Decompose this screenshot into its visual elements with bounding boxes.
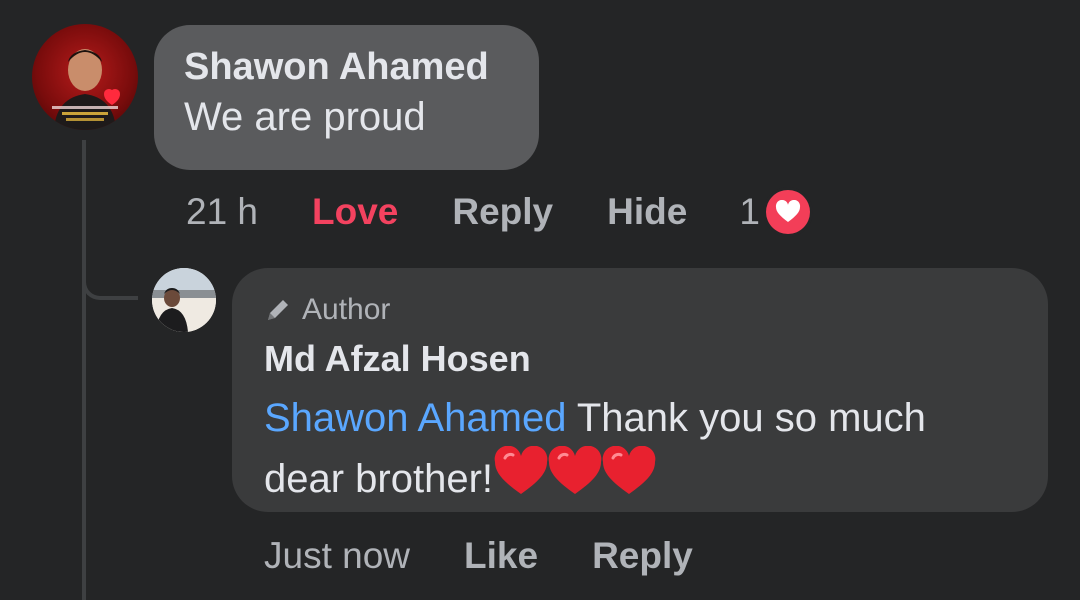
reaction-summary[interactable]: 1 bbox=[739, 190, 810, 234]
mention-link[interactable]: Shawon Ahamed bbox=[264, 396, 566, 440]
thread-line bbox=[82, 140, 86, 600]
heart-emoji-icon bbox=[602, 446, 656, 494]
author-badge: Author bbox=[264, 290, 1016, 330]
love-reaction-icon bbox=[765, 190, 810, 234]
reply-author-avatar[interactable] bbox=[152, 268, 216, 332]
reply-text: Shawon Ahamed Thank you so much dear bro… bbox=[264, 390, 1016, 513]
heart-emoji-icon bbox=[494, 446, 548, 494]
comment-timestamp[interactable]: 21 h bbox=[186, 191, 258, 233]
commenter-avatar[interactable] bbox=[32, 24, 138, 130]
reply-actions: Just now Like Reply bbox=[264, 530, 747, 582]
reply-button[interactable]: Reply bbox=[452, 191, 553, 233]
comment-bubble[interactable]: Shawon Ahamed We are proud bbox=[154, 25, 539, 170]
profile-photo-icon bbox=[52, 49, 120, 130]
reply-author-name[interactable]: Md Afzal Hosen bbox=[264, 334, 1016, 384]
heart-emoji-icon bbox=[548, 446, 602, 494]
hide-button[interactable]: Hide bbox=[607, 191, 687, 233]
profile-photo-icon bbox=[152, 268, 216, 332]
comment-text: We are proud bbox=[184, 95, 426, 139]
comment-actions: 21 h Love Reply Hide 1 bbox=[186, 186, 810, 238]
thread-elbow bbox=[82, 250, 138, 300]
heart-emojis bbox=[493, 446, 656, 513]
like-button[interactable]: Like bbox=[464, 535, 538, 577]
reaction-count: 1 bbox=[739, 191, 760, 232]
reply-bubble[interactable]: Author Md Afzal Hosen Shawon Ahamed Than… bbox=[232, 268, 1048, 512]
love-button[interactable]: Love bbox=[312, 191, 398, 233]
reply-to-reply-button[interactable]: Reply bbox=[592, 535, 693, 577]
pencil-icon bbox=[264, 296, 292, 324]
author-badge-label: Author bbox=[302, 293, 391, 326]
commenter-name[interactable]: Shawon Ahamed bbox=[184, 45, 509, 89]
reply-timestamp[interactable]: Just now bbox=[264, 535, 410, 577]
